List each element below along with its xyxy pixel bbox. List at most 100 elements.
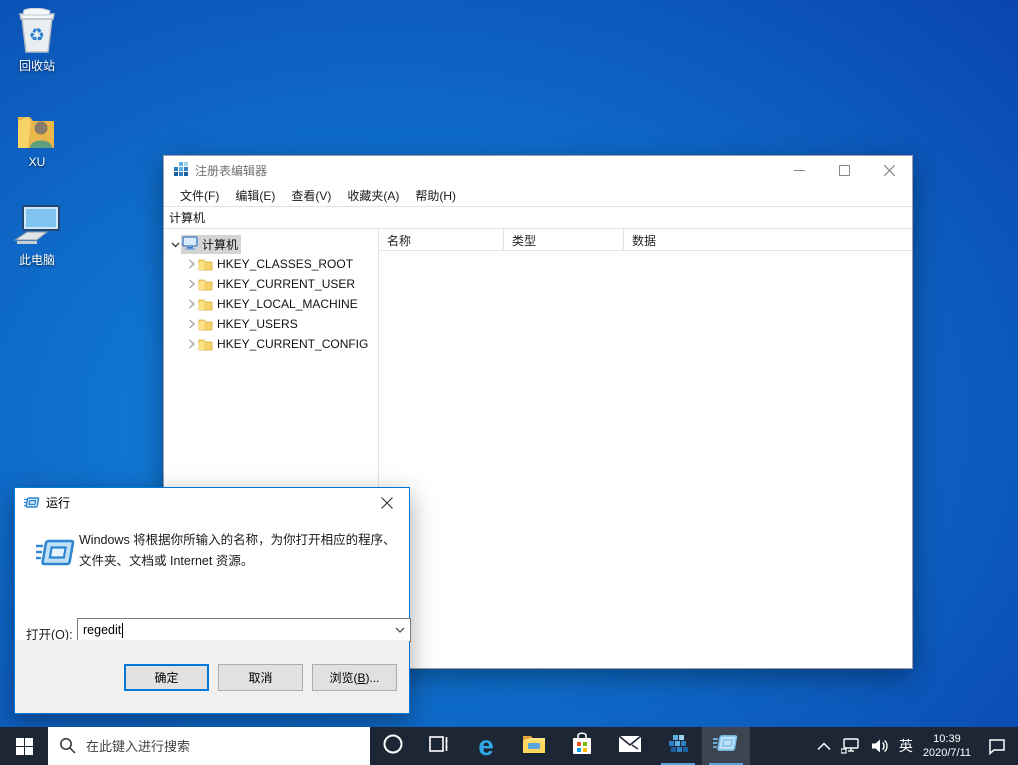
registry-values-pane: 名称 类型 数据 <box>379 229 912 668</box>
menu-view[interactable]: 查看(V) <box>283 184 339 207</box>
hidden-icons-chevron[interactable] <box>812 727 836 765</box>
open-input-value: regedit <box>78 623 121 637</box>
chevron-right-icon[interactable] <box>185 339 197 349</box>
tree-item-hkey-current-user[interactable]: HKEY_CURRENT_USER <box>164 274 378 294</box>
this-pc-icon <box>2 202 72 248</box>
search-input[interactable] <box>48 727 370 765</box>
run-description-line2: 文件夹、文档或 Internet 资源。 <box>79 551 399 572</box>
volume-icon[interactable] <box>866 727 894 765</box>
system-tray: 英 10:39 2020/7/11 <box>812 727 1018 765</box>
menu-edit[interactable]: 编辑(E) <box>227 184 283 207</box>
cancel-button[interactable]: 取消 <box>218 664 303 691</box>
store-button[interactable] <box>558 727 606 765</box>
tree-item-hkey-local-machine[interactable]: HKEY_LOCAL_MACHINE <box>164 294 378 314</box>
regedit-icon <box>666 732 690 761</box>
task-view-button[interactable] <box>416 727 462 765</box>
tree-item-label: HKEY_CURRENT_USER <box>217 277 355 291</box>
tree-item-hkey-current-config[interactable]: HKEY_CURRENT_CONFIG <box>164 334 378 354</box>
taskbar-search[interactable] <box>48 727 370 765</box>
tree-item-computer[interactable]: 计算机 <box>164 234 378 254</box>
run-dialog-title: 运行 <box>46 494 364 511</box>
close-icon[interactable] <box>364 489 409 517</box>
run-description-line1: Windows 将根据你所输入的名称，为你打开相应的程序、 <box>79 530 399 551</box>
run-dialog-footer: 确定 取消 浏览(B)... <box>15 640 409 713</box>
ime-language-indicator[interactable]: 英 <box>894 727 918 765</box>
close-button[interactable] <box>867 156 912 184</box>
file-explorer-icon <box>522 734 546 759</box>
run-dialog-titlebar[interactable]: 运行 <box>15 488 409 517</box>
regedit-taskbar-button[interactable] <box>654 727 702 765</box>
maximize-button[interactable] <box>822 156 867 184</box>
dropdown-button[interactable] <box>390 619 410 641</box>
store-icon <box>571 732 593 761</box>
file-explorer-button[interactable] <box>510 727 558 765</box>
desktop-icon-label: 回收站 <box>2 57 72 74</box>
folder-icon <box>198 338 213 351</box>
cortana-button[interactable] <box>370 727 416 765</box>
desktop-icon-label: 此电脑 <box>2 251 72 268</box>
edge-icon: e <box>478 732 494 760</box>
chevron-right-icon[interactable] <box>185 299 197 309</box>
svg-text:♻: ♻ <box>29 25 45 45</box>
values-list-empty-area[interactable] <box>379 251 912 668</box>
chevron-right-icon[interactable] <box>185 279 197 289</box>
folder-icon <box>198 298 213 311</box>
address-value: 计算机 <box>164 209 205 226</box>
menu-favorites[interactable]: 收藏夹(A) <box>339 184 407 207</box>
ok-button[interactable]: 确定 <box>124 664 209 691</box>
chevron-right-icon[interactable] <box>185 319 197 329</box>
desktop-icon-label: XU <box>2 155 72 169</box>
desktop-icon-this-pc[interactable]: 此电脑 <box>2 202 72 268</box>
regedit-titlebar[interactable]: 注册表编辑器 <box>164 156 912 184</box>
edge-button[interactable]: e <box>462 727 510 765</box>
column-header-data[interactable]: 数据 <box>624 229 912 250</box>
run-dialog: 运行 Windows 将根据你所输入的名称，为你打开相应的程序、 文件夹、文档或… <box>14 487 410 714</box>
folder-icon <box>198 318 213 331</box>
taskbar: e <box>0 727 1018 765</box>
network-icon[interactable] <box>836 727 866 765</box>
tree-item-label: 计算机 <box>202 236 238 253</box>
task-view-icon <box>429 735 449 758</box>
minimize-button[interactable] <box>777 156 822 184</box>
taskbar-clock[interactable]: 10:39 2020/7/11 <box>918 727 976 765</box>
cortana-icon <box>382 733 404 760</box>
run-icon <box>35 537 77 576</box>
menu-help[interactable]: 帮助(H) <box>407 184 464 207</box>
run-dialog-body: Windows 将根据你所输入的名称，为你打开相应的程序、 文件夹、文档或 In… <box>15 517 409 641</box>
run-taskbar-button[interactable] <box>702 727 750 765</box>
recycle-bin-icon: ♻ <box>2 8 72 54</box>
open-input[interactable]: regedit <box>77 618 411 642</box>
clock-time: 10:39 <box>933 732 961 746</box>
tree-item-hkey-users[interactable]: HKEY_USERS <box>164 314 378 334</box>
desktop-icon-recycle-bin[interactable]: ♻ 回收站 <box>2 8 72 74</box>
folder-icon <box>198 278 213 291</box>
tree-item-label: HKEY_LOCAL_MACHINE <box>217 297 358 311</box>
text-caret <box>122 623 123 638</box>
action-center-button[interactable] <box>976 727 1018 765</box>
search-icon <box>59 737 76 759</box>
regedit-address-bar[interactable]: 计算机 <box>164 206 912 229</box>
start-button[interactable] <box>0 727 48 765</box>
tree-item-hkey-classes-root[interactable]: HKEY_CLASSES_ROOT <box>164 254 378 274</box>
tree-item-label: HKEY_USERS <box>217 317 298 331</box>
browse-button[interactable]: 浏览(B)... <box>312 664 397 691</box>
desktop-icon-user-folder[interactable]: XU <box>2 106 72 169</box>
regedit-app-icon <box>173 162 189 178</box>
mail-icon <box>618 735 642 758</box>
chevron-down-icon[interactable] <box>169 240 181 249</box>
desktop-wallpaper: ♻ 回收站 XU 此电脑 <box>0 0 1018 765</box>
regedit-menubar: 文件(F) 编辑(E) 查看(V) 收藏夹(A) 帮助(H) <box>164 184 912 206</box>
run-description: Windows 将根据你所输入的名称，为你打开相应的程序、 文件夹、文档或 In… <box>79 530 399 572</box>
chevron-right-icon[interactable] <box>185 259 197 269</box>
column-header-name[interactable]: 名称 <box>379 229 504 250</box>
run-icon <box>713 733 739 759</box>
run-dialog-icon <box>24 496 40 510</box>
mail-button[interactable] <box>606 727 654 765</box>
folder-icon <box>198 258 213 271</box>
clock-date: 2020/7/11 <box>923 746 971 760</box>
menu-file[interactable]: 文件(F) <box>172 184 227 207</box>
column-header-type[interactable]: 类型 <box>504 229 624 250</box>
regedit-window-title: 注册表编辑器 <box>195 162 777 179</box>
list-column-headers: 名称 类型 数据 <box>379 229 912 251</box>
user-folder-icon <box>2 106 72 152</box>
